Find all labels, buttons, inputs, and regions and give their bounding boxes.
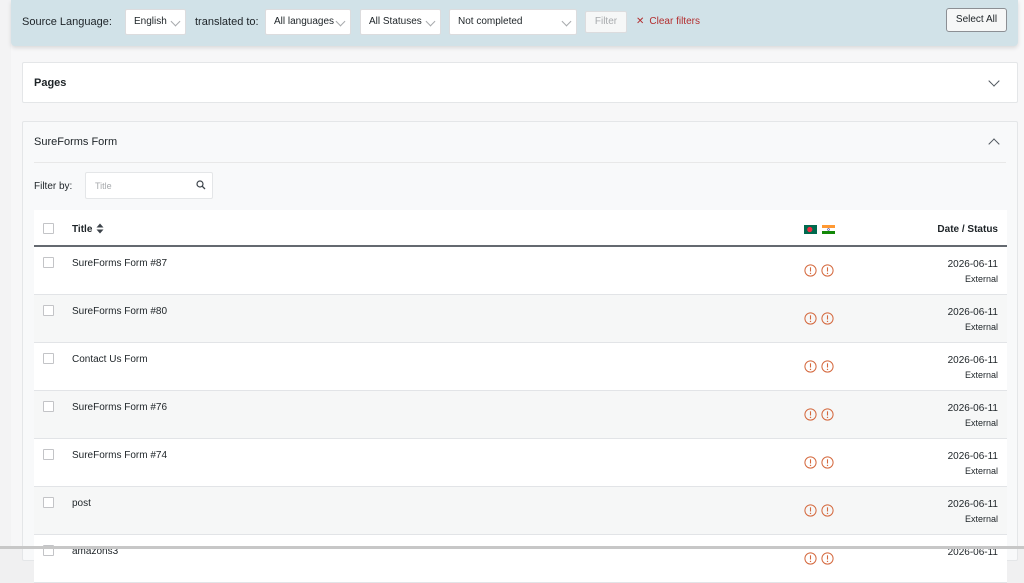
completion-select[interactable]: Not completed — [449, 9, 577, 35]
select-all-button[interactable]: Select All — [946, 8, 1007, 32]
clear-filters-label: Clear filters — [649, 16, 700, 27]
source-language-value: English — [134, 16, 167, 27]
filter-by-label: Filter by: — [34, 181, 73, 192]
row-checkbox[interactable] — [43, 401, 54, 412]
chevron-down-icon — [335, 16, 346, 27]
table-header: Title Date / Status — [34, 210, 1007, 247]
source-language-label: Source Language: — [22, 16, 112, 28]
row-title[interactable]: SureForms Form #80 — [72, 306, 167, 317]
translation-status-icons — [804, 504, 836, 517]
column-title-header[interactable]: Title — [72, 224, 92, 235]
translation-status-icons — [804, 552, 836, 565]
row-status: External — [964, 370, 998, 380]
filter-bar: Source Language: English translated to: … — [11, 0, 1018, 46]
translation-status-icons — [804, 360, 836, 373]
info-icon[interactable] — [804, 552, 817, 565]
translation-status-icons — [804, 456, 836, 469]
translation-status-icons — [804, 312, 836, 325]
translation-status-icons — [804, 264, 836, 277]
filter-button[interactable]: Filter — [585, 11, 627, 33]
info-icon[interactable] — [821, 408, 834, 421]
pages-panel-title: Pages — [34, 77, 67, 89]
search-icon[interactable] — [196, 180, 206, 190]
chevron-down-icon — [170, 16, 181, 27]
row-date: 2026-06-11 — [947, 499, 998, 510]
chevron-up-icon[interactable] — [988, 138, 1000, 150]
column-date-status-header: Date / Status — [937, 224, 998, 235]
row-status: External — [964, 466, 998, 476]
info-icon[interactable] — [821, 264, 834, 277]
translations-table: Title Date / Status SureForms Form #87 20… — [34, 210, 1007, 583]
select-all-checkbox[interactable] — [43, 223, 54, 234]
translation-status-icons — [804, 408, 836, 421]
chevron-down-icon — [561, 16, 572, 27]
row-date: 2026-06-11 — [947, 307, 998, 318]
row-date: 2026-06-11 — [947, 451, 998, 462]
info-icon[interactable] — [804, 264, 817, 277]
status-value: All Statuses — [369, 16, 422, 27]
flag-india-icon — [822, 225, 835, 234]
table-row: SureForms Form #87 2026-06-11 External — [34, 247, 1007, 295]
sort-icon[interactable] — [96, 223, 104, 234]
sureforms-panel: SureForms Form Filter by: Title Title Da… — [22, 121, 1018, 583]
table-row: amazons3 2026-06-11 — [34, 535, 1007, 583]
translated-to-label: translated to: — [195, 16, 259, 28]
title-search-input[interactable]: Title — [85, 172, 213, 199]
row-date: 2026-06-11 — [947, 355, 998, 366]
row-title[interactable]: post — [72, 498, 91, 509]
row-checkbox[interactable] — [43, 497, 54, 508]
row-checkbox[interactable] — [43, 257, 54, 268]
completion-value: Not completed — [458, 16, 523, 27]
divider — [34, 162, 1006, 163]
info-icon[interactable] — [821, 360, 834, 373]
row-title[interactable]: SureForms Form #87 — [72, 258, 167, 269]
row-title[interactable]: SureForms Form #76 — [72, 402, 167, 413]
target-language-select[interactable]: All languages — [265, 9, 351, 35]
table-row: SureForms Form #80 2026-06-11 External — [34, 295, 1007, 343]
info-icon[interactable] — [804, 456, 817, 469]
row-date: 2026-06-11 — [947, 403, 998, 414]
table-row: SureForms Form #76 2026-06-11 External — [34, 391, 1007, 439]
row-checkbox[interactable] — [43, 449, 54, 460]
row-checkbox[interactable] — [43, 353, 54, 364]
pages-panel[interactable]: Pages — [22, 62, 1018, 103]
status-select[interactable]: All Statuses — [360, 9, 441, 35]
info-icon[interactable] — [821, 552, 834, 565]
table-row: SureForms Form #74 2026-06-11 External — [34, 439, 1007, 487]
target-language-value: All languages — [274, 16, 335, 27]
chevron-down-icon[interactable] — [988, 75, 1000, 87]
info-icon[interactable] — [804, 312, 817, 325]
clear-filters-link[interactable]: ✕ Clear filters — [636, 16, 700, 27]
row-status: External — [964, 418, 998, 428]
row-status: External — [964, 514, 998, 524]
source-language-select[interactable]: English — [125, 9, 186, 35]
table-row: post 2026-06-11 External — [34, 487, 1007, 535]
chevron-down-icon — [425, 16, 436, 27]
info-icon[interactable] — [821, 456, 834, 469]
info-icon[interactable] — [821, 312, 834, 325]
table-row: Contact Us Form 2026-06-11 External — [34, 343, 1007, 391]
table-body: SureForms Form #87 2026-06-11 External Sure… — [34, 247, 1007, 583]
row-title[interactable]: Contact Us Form — [72, 354, 148, 365]
row-status: External — [964, 322, 998, 332]
info-icon[interactable] — [804, 360, 817, 373]
row-date: 2026-06-11 — [947, 259, 998, 270]
row-title[interactable]: SureForms Form #74 — [72, 450, 167, 461]
close-icon: ✕ — [636, 16, 645, 27]
row-checkbox[interactable] — [43, 305, 54, 316]
info-icon[interactable] — [821, 504, 834, 517]
info-icon[interactable] — [804, 408, 817, 421]
info-icon[interactable] — [804, 504, 817, 517]
row-status: External — [964, 274, 998, 284]
flag-bangladesh-icon — [804, 225, 817, 234]
title-search-placeholder: Title — [95, 181, 112, 191]
sureforms-panel-title: SureForms Form — [34, 136, 118, 148]
